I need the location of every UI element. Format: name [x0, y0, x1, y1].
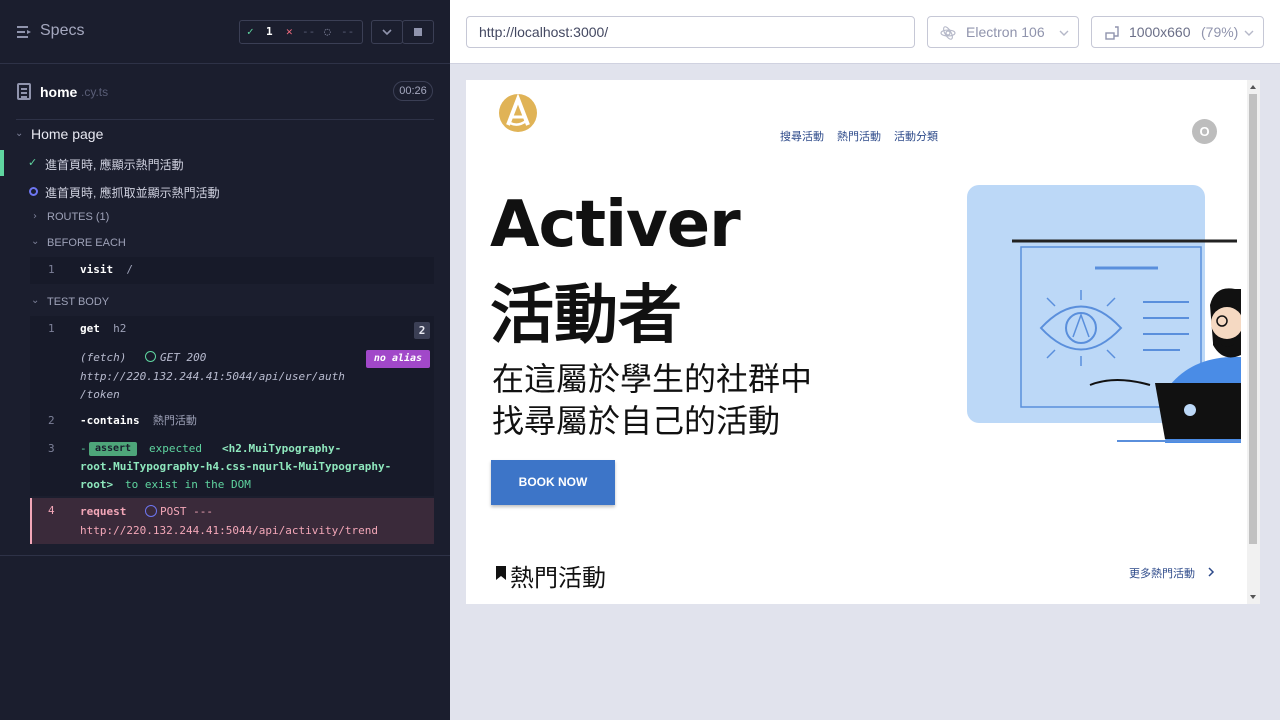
stop-button[interactable] — [402, 20, 434, 44]
assert-selector-continued: root.MuiTypography-h4.css-nqurlk-MuiTypo… — [80, 460, 392, 473]
viewport-zoom: (79%) — [1201, 24, 1239, 40]
spec-name: home — [40, 84, 78, 100]
nav-search-activities[interactable]: 搜尋活動 — [780, 128, 824, 144]
command-number: 1 — [48, 322, 55, 335]
hero-subtitle-line1: 在這屬於學生的社群中 — [492, 360, 813, 398]
request-url[interactable]: http://220.132.244.41:5044/api/activity/… — [80, 522, 378, 540]
assert-expected: expected — [149, 442, 202, 455]
chevron-down-icon[interactable]: ⌄ — [31, 236, 39, 247]
chevron-right-icon[interactable]: › — [33, 211, 37, 222]
hero-title-zh: 活動者 — [490, 279, 682, 353]
more-popular-link[interactable]: 更多熱門活動 — [1129, 565, 1195, 581]
assert-badge: assert — [89, 442, 137, 456]
passed-indicator — [0, 150, 4, 176]
browser-selector[interactable]: Electron 106 — [927, 16, 1079, 48]
divider — [16, 119, 434, 120]
chevron-down-icon — [382, 29, 392, 36]
command-number: 1 — [48, 263, 55, 276]
assert-prefix: - — [80, 442, 87, 455]
command-number: 3 — [48, 442, 55, 455]
presentation-illustration — [967, 185, 1241, 443]
pending-circle-icon — [145, 505, 157, 517]
popular-section-title: 熱門活動 — [510, 564, 606, 592]
book-now-button[interactable]: BOOK NOW — [491, 460, 615, 505]
test-body-section[interactable]: TEST BODY — [47, 296, 109, 308]
test-title[interactable]: 進首頁時, 應抓取並顯示熱門活動 — [45, 184, 220, 201]
status-circle-icon — [145, 351, 156, 362]
assert-selector[interactable]: <h2.MuiTypography- — [222, 440, 341, 458]
command-number: 4 — [48, 504, 55, 517]
alias-badge: no alias — [366, 350, 430, 368]
assert-selector-end: root> — [80, 478, 114, 491]
nav-activity-categories[interactable]: 活動分類 — [894, 128, 938, 144]
viewport-selector[interactable]: 1000x660 (79%) — [1091, 16, 1264, 48]
url-bar[interactable]: http://localhost:3000/ — [466, 16, 915, 48]
divider — [0, 555, 450, 556]
fetch-label: (fetch) — [80, 351, 127, 364]
command-text[interactable]: -contains 熱門活動 — [80, 412, 197, 430]
chevron-down-icon[interactable]: ⌄ — [15, 128, 23, 139]
chevron-down-icon[interactable]: ⌄ — [31, 295, 39, 306]
specs-list-icon[interactable] — [16, 24, 32, 40]
hero-subtitle-line2: 找尋屬於自己的活動 — [492, 402, 781, 440]
fetch-url[interactable]: http://220.132.244.41:5044/api/user/auth — [80, 368, 345, 386]
bookmark-icon — [496, 566, 506, 580]
electron-icon — [940, 26, 956, 40]
stop-icon — [414, 28, 422, 36]
browser-name: Electron 106 — [966, 24, 1045, 40]
test-stats: ✓ 1 ✕ -- ◌ -- — [239, 20, 363, 44]
failed-count: -- — [302, 25, 316, 38]
request-method: POST --- — [160, 505, 213, 518]
spec-extension: .cy.ts — [81, 85, 109, 99]
scrollbar-thumb[interactable] — [1249, 94, 1257, 544]
chevron-right-icon[interactable] — [1206, 567, 1216, 577]
pending-spinner-icon: ◌ — [324, 25, 331, 38]
failed-x-icon: ✕ — [286, 25, 293, 38]
command-text[interactable]: get h2 — [80, 320, 126, 338]
pending-indicator — [30, 498, 32, 544]
assert-message: to exist in the DOM — [125, 478, 251, 491]
avatar[interactable]: O — [1192, 119, 1217, 144]
element-count-badge: 2 — [414, 322, 430, 339]
document-icon — [17, 83, 31, 100]
nav-popular-activities[interactable]: 熱門活動 — [837, 128, 881, 144]
command-number: 2 — [48, 414, 55, 427]
spec-duration: 00:26 — [393, 81, 433, 101]
viewport-ruler-icon — [1105, 26, 1119, 40]
before-each-section[interactable]: BEFORE EACH — [47, 237, 126, 249]
chevron-down-icon — [1244, 30, 1254, 36]
passed-count: 1 — [266, 25, 273, 38]
chevron-down-icon — [1059, 30, 1069, 36]
activer-logo-icon[interactable] — [498, 93, 538, 133]
pending-count: -- — [341, 25, 355, 38]
request-command: request — [80, 505, 127, 518]
passed-check-icon: ✓ — [28, 156, 38, 169]
hero-title-en: Activer — [490, 188, 741, 262]
fetch-url-continued: /token — [80, 388, 120, 401]
viewport-size: 1000x660 — [1129, 24, 1191, 40]
scroll-down-arrow-icon[interactable] — [1249, 593, 1257, 601]
passed-check-icon: ✓ — [247, 25, 254, 38]
test-title[interactable]: 進首頁時, 應顯示熱門活動 — [45, 156, 184, 173]
fetch-status: GET 200 — [160, 351, 207, 364]
running-spinner-icon — [29, 187, 38, 196]
collapse-button[interactable] — [371, 20, 403, 44]
scroll-up-arrow-icon[interactable] — [1249, 83, 1257, 91]
command-text: visit / — [80, 263, 133, 276]
specs-label[interactable]: Specs — [40, 22, 84, 40]
suite-title[interactable]: Home page — [31, 126, 103, 142]
routes-section[interactable]: ROUTES (1) — [47, 211, 109, 223]
